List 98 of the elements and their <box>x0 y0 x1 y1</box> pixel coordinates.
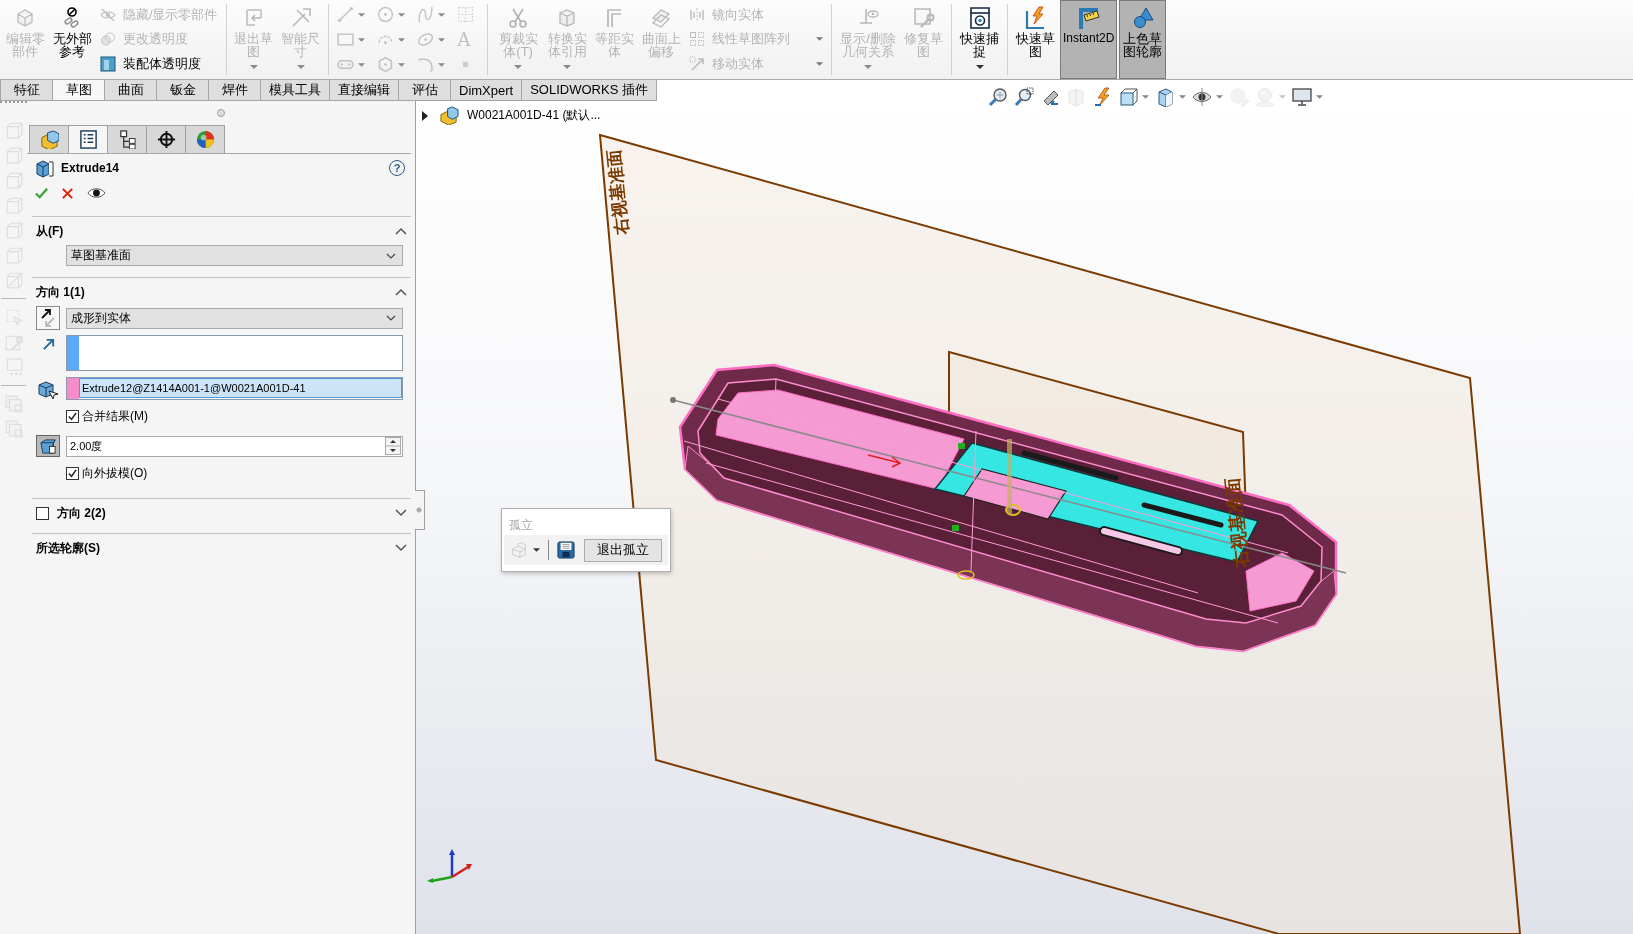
dropdown-caret-icon <box>563 65 572 69</box>
dropdown-caret-icon <box>815 61 823 66</box>
field-value: 2.00度 <box>70 438 104 454</box>
part-icon <box>39 130 59 149</box>
toolbar-button[interactable]: Instant2D <box>1060 0 1118 79</box>
ribbon-tab[interactable]: SOLIDWORKS 插件 <box>521 80 657 101</box>
crosshair-icon <box>156 130 176 149</box>
panel-tab[interactable] <box>146 125 186 153</box>
checkbox-label[interactable]: 向外拔模(O) <box>82 465 148 482</box>
crossed-eye-icon <box>99 7 116 24</box>
exit-isolate-button[interactable]: 退出孤立 <box>584 538 662 562</box>
color-wheel-icon <box>195 130 215 149</box>
ribbon-tab[interactable]: 草图 <box>52 80 105 101</box>
wrench-sketch-icon <box>911 6 936 30</box>
monitor-icon <box>1292 87 1312 107</box>
body-select-icon[interactable] <box>37 378 59 399</box>
check-icon[interactable] <box>35 186 48 200</box>
expand-arrow-icon[interactable] <box>422 110 428 121</box>
section-title[interactable]: 从(F) <box>36 222 387 240</box>
dropdown-caret-icon <box>1216 95 1223 99</box>
dropdown-field[interactable]: 草图基准面 <box>66 245 403 266</box>
dropdown-caret-icon <box>249 65 258 69</box>
toolbar-button[interactable]: 上色草图轮廓 <box>1119 0 1167 79</box>
draft-box-icon <box>38 437 58 455</box>
view-toolbar-button[interactable] <box>988 87 1008 107</box>
selection-list-field[interactable] <box>66 335 403 371</box>
ribbon-tab[interactable]: 特征 <box>0 80 53 101</box>
lightning-icon <box>1092 87 1112 107</box>
dropdown-caret-icon <box>1142 95 1149 99</box>
checkbox-label[interactable]: 合并结果(M) <box>82 408 148 425</box>
transparency-icon <box>99 31 116 48</box>
dropdown-caret-icon <box>975 65 984 69</box>
save-icon[interactable] <box>557 541 575 559</box>
section-title[interactable]: 方向 2(2) <box>57 504 387 522</box>
popup-title: 孤立 <box>508 517 534 534</box>
section-title[interactable]: 方向 1(1) <box>36 283 387 301</box>
dropdown-caret-icon <box>1179 95 1186 99</box>
move-icon <box>688 55 705 72</box>
cube-icon <box>1118 87 1138 107</box>
ruler-icon <box>1076 6 1101 30</box>
plane-label: 右视基准面 <box>603 149 632 236</box>
magnifier-icon <box>988 87 1008 107</box>
collapse-chevron-icon[interactable] <box>395 227 407 235</box>
direction-arrow-icon[interactable] <box>40 337 56 352</box>
panel-collapse-handle[interactable] <box>415 490 425 530</box>
dropdown-caret-icon <box>296 65 305 69</box>
eye-icon[interactable] <box>87 187 106 199</box>
ribbon-tab[interactable]: 直接编辑 <box>329 80 399 101</box>
angle-field[interactable]: 2.00度 <box>66 435 403 457</box>
dropdown-caret-icon[interactable] <box>533 548 540 552</box>
chevron-down-icon <box>386 252 396 259</box>
snap-target-icon <box>967 6 992 30</box>
checkbox[interactable] <box>66 467 79 480</box>
spinner-arrows-icon[interactable] <box>385 437 401 455</box>
ribbon-tab[interactable]: 钣金 <box>156 80 209 101</box>
view-toolbar-button[interactable] <box>1014 87 1034 107</box>
plane-label: 右视基准面 <box>1221 477 1252 569</box>
transparency-square-icon <box>99 55 116 72</box>
feature-title: Extrude14 <box>61 161 121 175</box>
part-icon <box>440 106 459 125</box>
view-toolbar-button[interactable] <box>1092 87 1112 107</box>
dropdown-caret-icon <box>514 65 523 69</box>
ribbon-tab[interactable]: 焊件 <box>208 80 261 101</box>
chevron-down-icon <box>386 315 396 321</box>
dropdown-caret-icon <box>815 37 823 42</box>
split-box-icon <box>1066 87 1086 107</box>
ribbon-tab[interactable]: 评估 <box>398 80 451 101</box>
list-item[interactable]: Extrude12@Z1414A001-1@W0021A001D-41 <box>80 379 401 397</box>
tree-item-label[interactable]: W0021A001D-41 (默认... <box>467 107 601 124</box>
dropdown-caret-icon <box>863 65 872 69</box>
checkbox[interactable] <box>36 506 49 520</box>
ribbon-tab[interactable]: 曲面 <box>104 80 157 101</box>
toolbar-button[interactable]: 快速草图 <box>1013 0 1058 79</box>
list-icon <box>78 130 98 149</box>
extrude-icon <box>35 158 55 178</box>
ribbon-tab[interactable]: 模具工具 <box>260 80 330 101</box>
expand-chevron-icon[interactable] <box>395 509 407 517</box>
toolbar-button[interactable]: 装配体透明度 <box>97 54 220 73</box>
tree-icon <box>117 130 137 149</box>
selection-list-field[interactable]: Extrude12@Z1414A001-1@W0021A001D-41 <box>66 377 403 400</box>
dropdown-caret-icon <box>1316 95 1323 99</box>
section-title[interactable]: 所选轮廓(S) <box>36 539 387 557</box>
checkbox[interactable] <box>66 410 79 423</box>
dropdown-field[interactable]: 成形到实体 <box>66 307 403 329</box>
pattern-icon <box>688 31 705 48</box>
collapse-chevron-icon[interactable] <box>395 288 407 296</box>
reverse-direction-icon[interactable] <box>36 306 60 330</box>
toolbar-button[interactable]: 快速捕捉 <box>957 0 1003 79</box>
ribbon-tab[interactable]: DimXpert <box>450 80 523 101</box>
toolbar-button[interactable]: 无外部参考 <box>49 0 95 79</box>
draft-toggle-button[interactable] <box>36 435 60 457</box>
zoom-area-icon <box>1014 87 1034 107</box>
dropdown-caret-icon <box>1279 95 1286 99</box>
close-icon[interactable] <box>61 186 74 200</box>
panel-tab[interactable] <box>107 125 147 153</box>
mirror-icon <box>688 7 705 24</box>
expand-chevron-icon[interactable] <box>395 544 407 552</box>
panel-grip-icon[interactable] <box>217 109 225 117</box>
